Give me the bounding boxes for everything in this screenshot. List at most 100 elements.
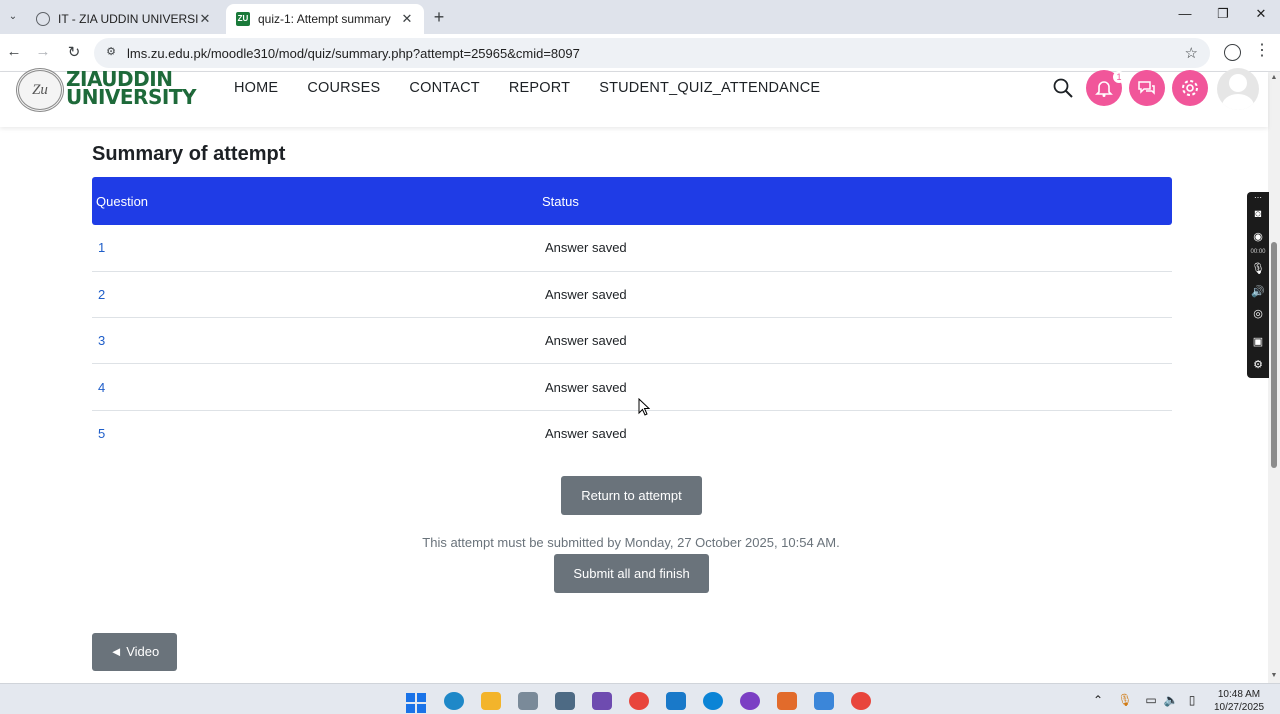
scrolled-heading-fragment: · <box>92 127 99 139</box>
taskbar-clock[interactable]: 10:48 AM 10/27/2025 <box>1208 688 1270 714</box>
tray-microphone-icon[interactable]: 🎙 <box>1117 693 1133 707</box>
browser-tab-strip: ⌄ IT - ZIA UDDIN UNIVERSITY ✕ ZU quiz-1:… <box>0 0 1280 34</box>
close-window-icon[interactable]: ✕ <box>1251 6 1271 22</box>
gear-icon <box>1182 80 1198 96</box>
snipping-tool-icon[interactable] <box>555 692 575 710</box>
settings-button[interactable] <box>1172 70 1208 106</box>
page-scrollbar[interactable]: ▲ ▼ <box>1268 72 1280 683</box>
tray-overflow-chevron-icon[interactable]: ⌃ <box>1090 693 1106 707</box>
speaker-icon[interactable]: 🔊 <box>1250 285 1266 298</box>
question-status: Answer saved <box>538 363 1172 411</box>
webcam-icon[interactable]: ◎ <box>1250 307 1266 320</box>
question-link[interactable]: 5 <box>92 410 538 456</box>
site-info-icon[interactable]: ⚙ <box>104 45 118 59</box>
recorder-drag-handle-icon[interactable]: ⋯ <box>1250 193 1266 202</box>
notepad-icon[interactable] <box>814 692 834 710</box>
submit-all-and-finish-button[interactable]: Submit all and finish <box>554 554 709 593</box>
university-logo[interactable]: Zu ZIAUDDIN UNIVERSITY <box>16 68 196 113</box>
windows-start-icon[interactable] <box>406 693 426 713</box>
scrollbar-thumb[interactable] <box>1271 242 1277 468</box>
question-link[interactable]: 4 <box>92 363 538 411</box>
site-navbar: Zu ZIAUDDIN UNIVERSITY . HOME COURSES CO… <box>0 68 1268 127</box>
microphone-icon[interactable]: 🎙 <box>1250 262 1266 275</box>
chat-icon <box>1138 81 1155 95</box>
logo-seal-icon: Zu <box>16 68 64 112</box>
scroll-down-arrow-icon[interactable]: ▼ <box>1270 672 1278 679</box>
new-tab-plus-icon[interactable]: + <box>430 7 448 28</box>
maximize-icon[interactable]: ❐ <box>1213 6 1233 22</box>
previous-activity-video-button[interactable]: ◄ Video <box>92 633 177 671</box>
github-desktop-icon[interactable] <box>740 692 760 710</box>
question-link[interactable]: 1 <box>92 225 538 272</box>
close-tab-icon[interactable]: ✕ <box>198 11 212 27</box>
clock-date: 10/27/2025 <box>1213 702 1265 713</box>
browser-toolbar: ← → ↻ ⚙ lms.zu.edu.pk/moodle310/mod/quiz… <box>0 34 1280 72</box>
clock-time: 10:48 AM <box>1217 689 1261 700</box>
address-bar[interactable]: ⚙ lms.zu.edu.pk/moodle310/mod/quiz/summa… <box>94 38 1210 68</box>
camera-icon[interactable]: ◙ <box>1250 208 1266 220</box>
main-content: · Summary of attempt Question Status 1 A… <box>0 127 1268 683</box>
table-row: 4 Answer saved <box>92 363 1172 411</box>
recording-timer: 00:00 <box>1250 249 1266 255</box>
url-text[interactable]: lms.zu.edu.pk/moodle310/mod/quiz/summary… <box>127 46 580 61</box>
menu-item-report[interactable]: REPORT <box>509 80 570 96</box>
question-link[interactable]: 3 <box>92 317 538 365</box>
question-link[interactable]: 2 <box>92 271 538 319</box>
battery-icon[interactable]: ▯ <box>1184 693 1200 707</box>
zu-favicon-icon: ZU <box>236 12 250 26</box>
tab-search-chevron-icon[interactable]: ⌄ <box>4 8 22 26</box>
generic-app-icon[interactable] <box>703 692 723 710</box>
search-icon[interactable] <box>1053 78 1073 98</box>
menu-item-contact[interactable]: CONTACT <box>409 80 479 96</box>
chrome-icon[interactable] <box>629 692 649 710</box>
submission-deadline-notice: This attempt must be submitted by Monday… <box>422 535 840 550</box>
bell-icon <box>1095 81 1113 97</box>
main-menu: HOME COURSES CONTACT REPORT STUDENT_QUIZ… <box>234 80 820 96</box>
menu-item-student-quiz-attendance[interactable]: STUDENT_QUIZ_ATTENDANCE <box>599 80 820 96</box>
visual-studio-icon[interactable] <box>592 692 612 710</box>
question-status: Answer saved <box>538 271 1172 319</box>
browser-profile-icon[interactable] <box>1224 44 1241 61</box>
reload-icon[interactable]: ↻ <box>64 43 84 61</box>
return-to-attempt-button[interactable]: Return to attempt <box>561 476 702 515</box>
notification-count-badge: 1 <box>1113 71 1125 83</box>
tab-title: quiz-1: Attempt summary <box>258 12 391 26</box>
file-explorer-icon[interactable] <box>481 692 501 710</box>
close-tab-icon[interactable]: ✕ <box>400 11 414 27</box>
scroll-up-arrow-icon[interactable]: ▲ <box>1270 74 1278 81</box>
table-row: 3 Answer saved <box>92 317 1172 365</box>
storage-app-icon[interactable] <box>518 692 538 710</box>
menu-item-home[interactable]: HOME <box>234 80 278 96</box>
chrome-profile-icon[interactable] <box>851 692 871 710</box>
table-header-row: Question Status <box>92 177 1172 225</box>
git-icon[interactable] <box>777 692 797 710</box>
table-row: 2 Answer saved <box>92 271 1172 319</box>
network-icon[interactable]: ▭ <box>1143 693 1159 707</box>
browser-tab-quiz-summary[interactable]: ZU quiz-1: Attempt summary ✕ <box>226 4 424 34</box>
logo-wordmark: ZIAUDDIN UNIVERSITY <box>66 67 196 109</box>
question-status: Answer saved <box>545 426 627 442</box>
record-icon[interactable]: ◉ <box>1250 230 1266 243</box>
page-title: Summary of attempt <box>92 143 286 165</box>
minimize-icon[interactable]: — <box>1175 6 1195 21</box>
question-status: Answer saved <box>538 317 1172 365</box>
volume-icon[interactable]: 🔈 <box>1163 693 1179 707</box>
browser-menu-icon[interactable]: ⋮ <box>1254 42 1270 60</box>
forward-arrow-icon[interactable]: → <box>33 43 53 60</box>
column-header-status: Status <box>542 193 579 209</box>
window-capture-icon[interactable]: ▣ <box>1250 335 1266 348</box>
back-arrow-icon[interactable]: ← <box>4 43 24 60</box>
column-header-question: Question <box>96 193 149 209</box>
table-row: 1 Answer saved <box>92 225 1172 272</box>
vscode-icon[interactable] <box>666 692 686 710</box>
bookmark-star-icon[interactable]: ☆ <box>1185 44 1198 62</box>
browser-tab-it-zia[interactable]: IT - ZIA UDDIN UNIVERSITY ✕ <box>26 4 222 34</box>
screen-recorder-toolbar: ⋯ ◙ ◉ 00:00 🎙 🔊 ◎ ▣ ⚙ <box>1247 192 1269 378</box>
menu-item-courses[interactable]: COURSES <box>307 80 380 96</box>
mouse-cursor-icon <box>638 398 650 416</box>
edge-browser-icon[interactable] <box>444 692 464 710</box>
messages-button[interactable] <box>1129 70 1165 106</box>
recorder-settings-gear-icon[interactable]: ⚙ <box>1250 358 1266 371</box>
user-avatar[interactable] <box>1217 68 1259 110</box>
attempt-summary-table: Question Status 1 Answer saved 2 Answer … <box>92 177 1172 456</box>
